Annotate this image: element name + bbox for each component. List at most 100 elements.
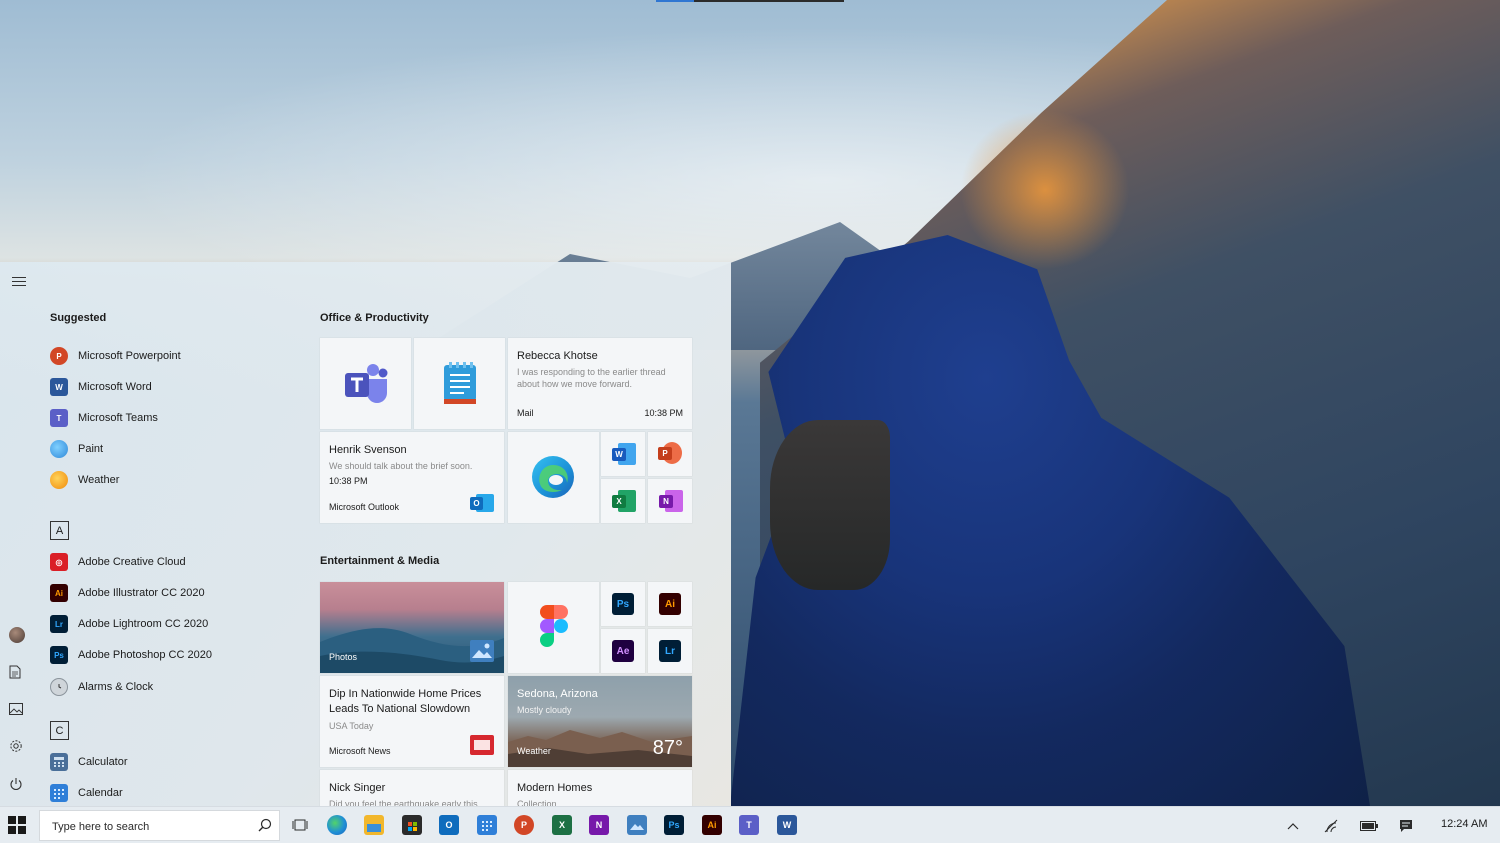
tile-word[interactable]: W <box>601 432 645 476</box>
app-item-calendar[interactable]: Calendar <box>50 781 123 805</box>
sunlit-ridge <box>960 110 1130 270</box>
word-icon: W <box>50 378 68 396</box>
letter-header-c[interactable]: C <box>50 721 69 740</box>
hamburger-menu-icon[interactable] <box>12 277 26 287</box>
power-icon[interactable] <box>9 777 23 796</box>
outlook-icon[interactable]: O <box>439 815 459 835</box>
app-item-teams[interactable]: T Microsoft Teams <box>50 406 158 430</box>
after-effects-icon: Ae <box>612 640 634 662</box>
search-icon <box>258 818 272 832</box>
outlook-icon: O <box>470 492 494 514</box>
app-item-illustrator[interactable]: Ai Adobe Illustrator CC 2020 <box>50 581 205 605</box>
tile-weather[interactable]: Sedona, Arizona Mostly cloudy Weather 87… <box>508 676 692 767</box>
tile-nick-message[interactable]: Nick Singer Did you feel the earthquake … <box>320 770 504 806</box>
tile-after-effects[interactable]: Ae <box>601 629 645 673</box>
outlook-app-label: Microsoft Outlook <box>329 502 400 512</box>
tile-edge[interactable] <box>508 432 599 523</box>
nick-sender: Nick Singer <box>329 782 386 794</box>
app-item-word[interactable]: W Microsoft Word <box>50 375 152 399</box>
app-item-photoshop[interactable]: Ps Adobe Photoshop CC 2020 <box>50 643 212 667</box>
weather-condition: Mostly cloudy <box>517 705 572 715</box>
calculator-icon <box>50 753 68 771</box>
tile-news[interactable]: Dip In Nationwide Home Prices Leads To N… <box>320 676 504 767</box>
tile-outlook[interactable]: Henrik Svenson We should talk about the … <box>320 432 504 523</box>
photos-label: Photos <box>329 652 358 662</box>
alarm-clock-icon <box>50 678 68 696</box>
app-label: Microsoft Teams <box>78 412 158 424</box>
outlook-preview: We should talk about the brief soon. <box>329 461 473 471</box>
homes-sub: Collection <box>517 799 557 806</box>
tile-onenote[interactable]: N <box>648 479 692 523</box>
weather-location: Sedona, Arizona <box>517 688 598 700</box>
settings-gear-icon[interactable] <box>9 739 23 758</box>
news-headline-line1: Dip In Nationwide Home Prices <box>329 688 482 700</box>
word-icon: W <box>612 443 636 465</box>
creative-cloud-icon: ◎ <box>50 553 68 571</box>
word-icon[interactable]: W <box>777 815 797 835</box>
tile-excel[interactable]: X <box>601 479 645 523</box>
photoshop-icon[interactable]: Ps <box>664 815 684 835</box>
mail-sender: Rebecca Khotse <box>517 350 598 362</box>
app-item-lightroom[interactable]: Lr Adobe Lightroom CC 2020 <box>50 612 208 636</box>
file-explorer-icon[interactable] <box>364 815 384 835</box>
pictures-icon[interactable] <box>9 702 23 720</box>
tile-teams[interactable] <box>320 338 411 429</box>
tile-mail[interactable]: Rebecca Khotse I was responding to the e… <box>508 338 692 429</box>
tile-photos[interactable]: Photos <box>320 582 504 673</box>
tile-illustrator[interactable]: Ai <box>648 582 692 626</box>
app-item-powerpoint[interactable]: P Microsoft Powerpoint <box>50 344 181 368</box>
excel-icon: X <box>612 490 636 512</box>
app-label: Microsoft Word <box>78 381 152 393</box>
photoshop-icon: Ps <box>50 646 68 664</box>
mail-app-label: Mail <box>517 408 534 418</box>
figma-icon <box>540 605 568 647</box>
excel-icon[interactable]: X <box>552 815 572 835</box>
hiker-face <box>770 420 890 590</box>
battery-icon[interactable] <box>1360 817 1378 835</box>
outlook-time: 10:38 PM <box>329 476 368 486</box>
tile-modern-homes[interactable]: Modern Homes Collection <box>508 770 692 806</box>
photos-icon[interactable] <box>627 815 647 835</box>
app-item-creative-cloud[interactable]: ◎ Adobe Creative Cloud <box>50 550 186 574</box>
app-label: Adobe Creative Cloud <box>78 556 186 568</box>
documents-icon[interactable] <box>9 665 21 684</box>
top-drag-bar <box>656 0 844 2</box>
lightroom-icon: Lr <box>50 615 68 633</box>
powerpoint-icon[interactable]: P <box>514 815 534 835</box>
news-icon <box>470 735 494 755</box>
homes-title: Modern Homes <box>517 782 593 794</box>
windows-start-icon[interactable] <box>8 816 26 834</box>
app-label: Alarms & Clock <box>78 681 154 693</box>
taskbar-search-box[interactable]: Type here to search <box>39 810 280 841</box>
app-item-calculator[interactable]: Calculator <box>50 750 128 774</box>
tile-photoshop[interactable]: Ps <box>601 582 645 626</box>
store-icon[interactable] <box>402 815 422 835</box>
tile-notepad[interactable] <box>414 338 505 429</box>
mail-time: 10:38 PM <box>644 408 683 418</box>
network-icon[interactable] <box>1322 817 1340 835</box>
illustrator-icon: Ai <box>50 584 68 602</box>
tile-figma[interactable] <box>508 582 599 673</box>
tile-lightroom[interactable]: Lr <box>648 629 692 673</box>
illustrator-icon: Ai <box>659 593 681 615</box>
app-item-weather[interactable]: Weather <box>50 468 119 492</box>
teams-icon: T <box>50 409 68 427</box>
user-avatar[interactable] <box>9 627 25 643</box>
calendar-icon[interactable] <box>477 815 497 835</box>
teams-icon[interactable]: T <box>739 815 759 835</box>
action-center-icon[interactable] <box>1397 817 1415 835</box>
app-item-paint[interactable]: Paint <box>50 437 103 461</box>
news-headline-line2: Leads To National Slowdown <box>329 703 471 715</box>
letter-header-a[interactable]: A <box>50 521 69 540</box>
tile-powerpoint[interactable]: P <box>648 432 692 476</box>
taskbar: Type here to search O P X N Ps Ai T W 12… <box>0 806 1500 843</box>
task-view-icon[interactable] <box>290 815 310 835</box>
app-item-alarms-clock[interactable]: Alarms & Clock <box>50 675 153 699</box>
teams-icon <box>345 364 388 403</box>
onenote-icon[interactable]: N <box>589 815 609 835</box>
taskbar-clock[interactable]: 12:24 AM <box>1441 818 1487 830</box>
show-hidden-icons-chevron-icon[interactable] <box>1284 817 1302 835</box>
edge-icon[interactable] <box>327 815 347 835</box>
photoshop-icon: Ps <box>612 593 634 615</box>
illustrator-icon[interactable]: Ai <box>702 815 722 835</box>
